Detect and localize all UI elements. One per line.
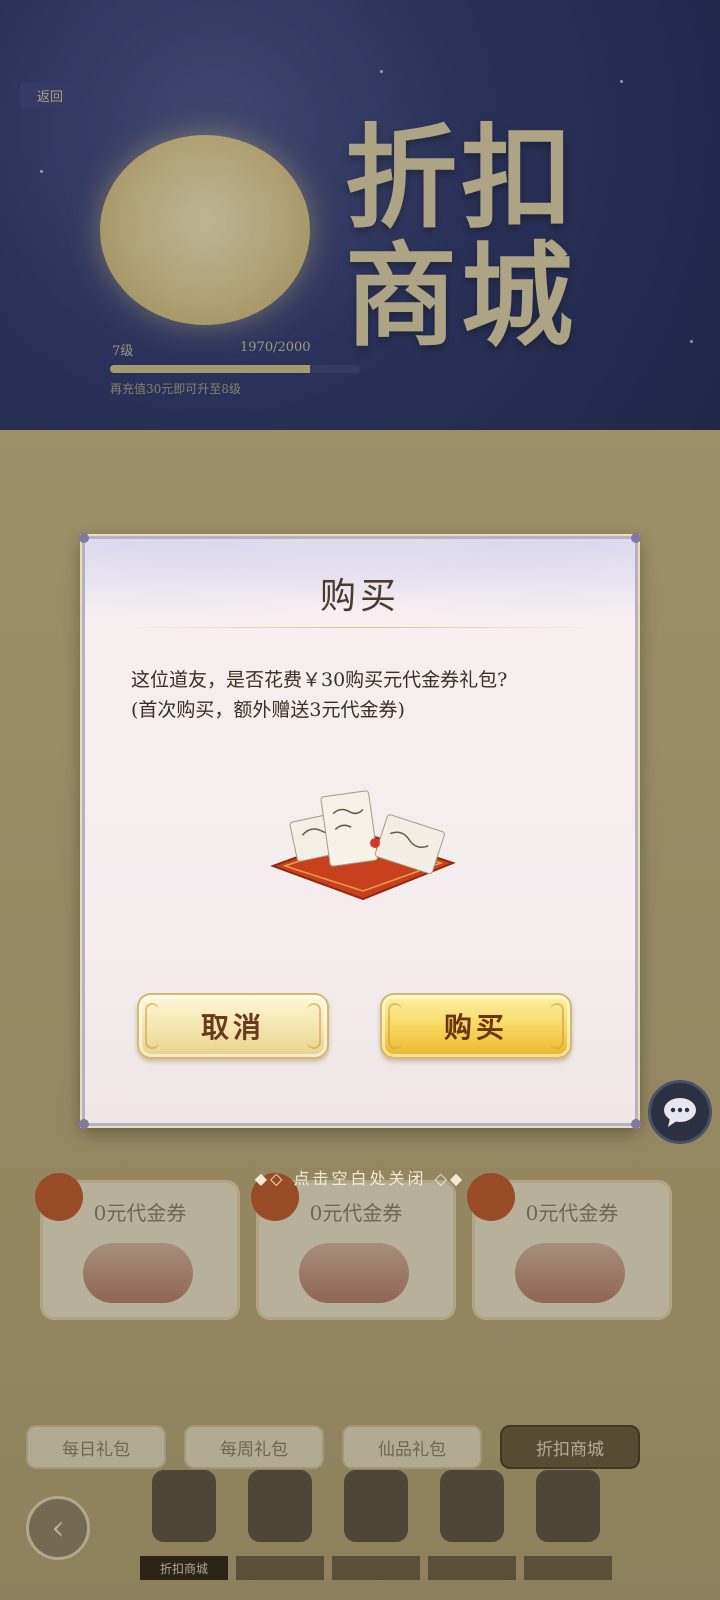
buy-button-label: 购买	[443, 1011, 508, 1044]
message-line-1: 这位道友，是否花费￥30购买元代金券礼包?	[131, 669, 508, 691]
message-line-2: (首次购买，额外赠送3元代金券)	[131, 699, 405, 721]
dialog-title: 购买	[319, 576, 400, 617]
purchase-dialog: 购买 这位道友，是否花费￥30购买元代金券礼包? (首次购买，额外赠送3元代金券…	[79, 533, 641, 1129]
corner-ornament-icon	[631, 533, 641, 543]
cloud-ornament-icon	[550, 1003, 564, 1049]
cancel-button[interactable]: 取消	[137, 993, 329, 1059]
corner-ornament-icon	[79, 1119, 89, 1129]
cloud-ornament-icon	[307, 1003, 321, 1049]
buy-button[interactable]: 购买	[380, 993, 572, 1059]
close-hint[interactable]: ◆◇ 点击空白处关闭 ◇◆	[0, 1165, 720, 1189]
chat-bubble-icon	[664, 1098, 696, 1127]
cancel-button-label: 取消	[200, 1011, 265, 1044]
cloud-ornament-icon	[388, 1003, 402, 1049]
corner-ornament-icon	[631, 1119, 641, 1129]
chat-bubble-button[interactable]	[648, 1080, 712, 1144]
header-divider	[125, 627, 595, 628]
voucher-gift-pack-icon	[270, 790, 456, 901]
corner-ornament-icon	[79, 533, 89, 543]
cloud-ornament-icon	[145, 1003, 159, 1049]
dialog-message: 这位道友，是否花费￥30购买元代金券礼包? (首次购买，额外赠送3元代金券)	[131, 665, 601, 725]
